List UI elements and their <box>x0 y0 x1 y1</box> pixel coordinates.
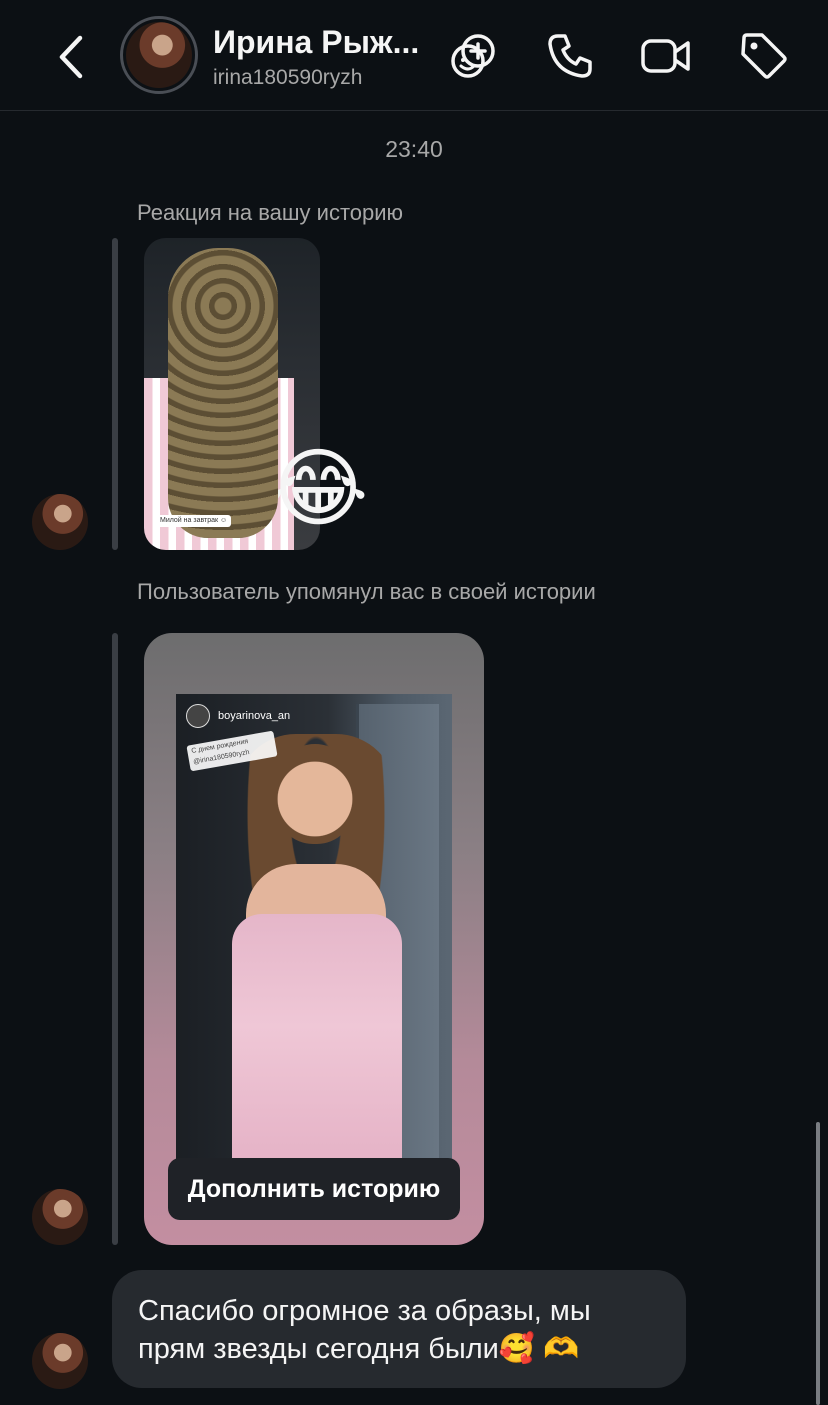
contact-name[interactable]: Ирина Рыж... <box>213 24 438 61</box>
story-sticker: Милой на завтрак ☺ <box>156 515 232 527</box>
video-camera-icon[interactable] <box>640 30 692 82</box>
message-timestamp: 23:40 <box>385 136 443 162</box>
chat-header: Ирина Рыж... irina180590ryzh <box>0 0 828 111</box>
story-photo: boyarinova_an С днем рождения @irina1805… <box>176 694 452 1194</box>
story-reaction-label: Реакция на вашу историю <box>137 200 404 225</box>
dm-thread-screen: Ирина Рыж... irina180590ryzh 23:40 Реакц… <box>0 0 828 1405</box>
sender-avatar[interactable] <box>32 1333 88 1389</box>
message-text: Спасибо огромное за образы, мы прям звез… <box>138 1295 591 1365</box>
back-arrow-icon[interactable] <box>46 30 96 84</box>
mention-label: Пользователь упомянул вас в своей истори… <box>137 579 596 604</box>
add-sticker-icon[interactable] <box>447 30 499 82</box>
sender-avatar[interactable] <box>32 1189 88 1245</box>
reply-bar <box>112 238 118 550</box>
message-bubble[interactable]: Спасибо огромное за образы, мы прям звез… <box>112 1270 686 1388</box>
mentioned-story-card[interactable]: boyarinova_an С днем рождения @irina1805… <box>144 633 484 1245</box>
scrollbar[interactable] <box>816 1122 820 1405</box>
reaction-emoji: 😂 <box>268 441 369 537</box>
story-author-name: boyarinova_an <box>218 710 291 722</box>
story-author-avatar <box>186 704 210 728</box>
tag-icon[interactable] <box>738 30 790 82</box>
phone-icon[interactable] <box>544 30 596 82</box>
contact-avatar[interactable] <box>120 16 198 94</box>
reply-bar <box>112 633 118 1245</box>
add-to-story-button[interactable]: Дополнить историю <box>168 1158 460 1220</box>
sender-avatar[interactable] <box>32 494 88 550</box>
contact-username[interactable]: irina180590ryzh <box>213 66 362 90</box>
